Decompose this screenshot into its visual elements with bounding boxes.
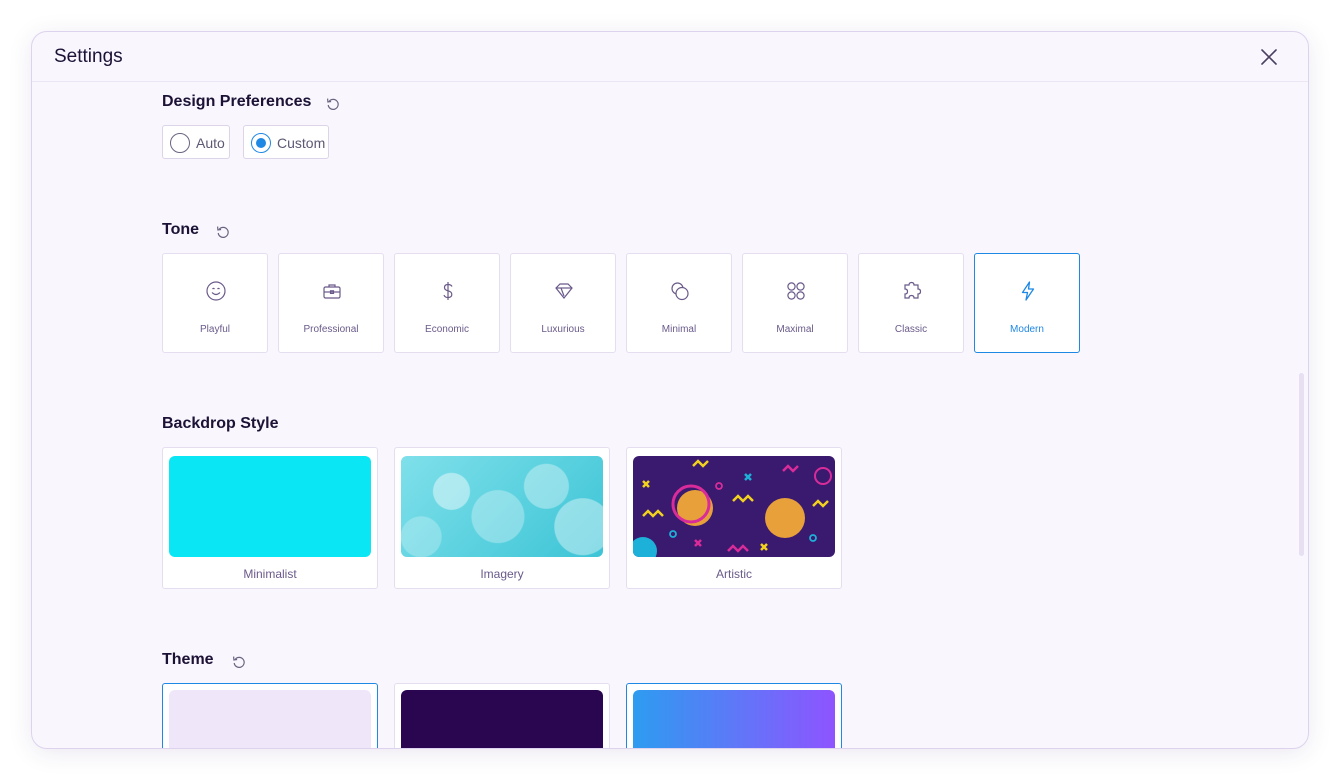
backdrop-thumbnail	[169, 456, 371, 557]
settings-content: Design Preferences Auto Custom Tone Play…	[32, 83, 1308, 748]
design-preferences-title: Design Preferences	[162, 93, 312, 110]
theme-dark[interactable]	[394, 683, 610, 748]
tone-modern[interactable]: Modern	[974, 253, 1080, 353]
theme-swatch	[169, 690, 371, 748]
tone-minimal[interactable]: Minimal	[626, 253, 732, 353]
tone-playful[interactable]: Playful	[162, 253, 268, 353]
backdrop-label: Minimalist	[243, 567, 297, 581]
close-icon[interactable]	[1258, 46, 1280, 68]
puzzle-icon	[900, 279, 924, 303]
backdrop-artistic[interactable]: Artistic	[626, 447, 842, 589]
radio-auto[interactable]: Auto	[162, 125, 230, 159]
tone-professional[interactable]: Professional	[278, 253, 384, 353]
theme-swatch	[633, 690, 835, 748]
smiley-icon	[204, 279, 228, 303]
tone-label: Luxurious	[541, 324, 585, 335]
backdrop-imagery[interactable]: Imagery	[394, 447, 610, 589]
theme-light[interactable]	[162, 683, 378, 748]
backdrop-minimalist[interactable]: Minimalist	[162, 447, 378, 589]
tone-luxurious[interactable]: Luxurious	[510, 253, 616, 353]
dialog-header: Settings	[32, 32, 1308, 82]
tone-label: Professional	[303, 324, 359, 335]
briefcase-icon	[320, 279, 344, 303]
tone-label: Economic	[425, 324, 469, 335]
backdrop-thumbnail	[633, 456, 835, 557]
theme-gradient[interactable]	[626, 683, 842, 748]
tone-label: Modern	[1010, 324, 1044, 335]
tone-label: Playful	[199, 324, 230, 335]
scrollbar[interactable]	[1299, 373, 1304, 556]
settings-dialog: Settings Design Preferences Auto Custom …	[31, 31, 1309, 749]
circles-overlap-icon	[668, 279, 692, 303]
theme-swatch	[401, 690, 603, 748]
tone-classic[interactable]: Classic	[858, 253, 964, 353]
reset-icon[interactable]	[325, 96, 341, 112]
backdrop-label: Imagery	[480, 567, 524, 581]
tone-economic[interactable]: Economic	[394, 253, 500, 353]
radio-custom[interactable]: Custom	[243, 125, 329, 159]
tone-title: Tone	[162, 221, 200, 238]
tone-label: Minimal	[661, 324, 697, 335]
backdrop-label: Artistic	[716, 567, 752, 581]
tone-label: Classic	[894, 324, 928, 335]
radio-circle	[170, 133, 190, 153]
backdrop-style-title: Backdrop Style	[162, 415, 279, 432]
dialog-title: Settings	[54, 46, 123, 67]
tone-maximal[interactable]: Maximal	[742, 253, 848, 353]
backdrop-thumbnail	[401, 456, 603, 557]
reset-icon[interactable]	[231, 654, 247, 670]
dollar-icon	[436, 279, 460, 303]
tone-label: Maximal	[776, 324, 814, 335]
radio-auto-label: Auto	[196, 135, 225, 151]
lightning-icon	[1016, 279, 1040, 303]
radio-circle-checked	[251, 133, 271, 153]
radio-custom-label: Custom	[277, 135, 326, 151]
diamond-icon	[552, 279, 576, 303]
four-circles-icon	[784, 279, 808, 303]
theme-title: Theme	[162, 651, 214, 668]
reset-icon[interactable]	[215, 224, 231, 240]
